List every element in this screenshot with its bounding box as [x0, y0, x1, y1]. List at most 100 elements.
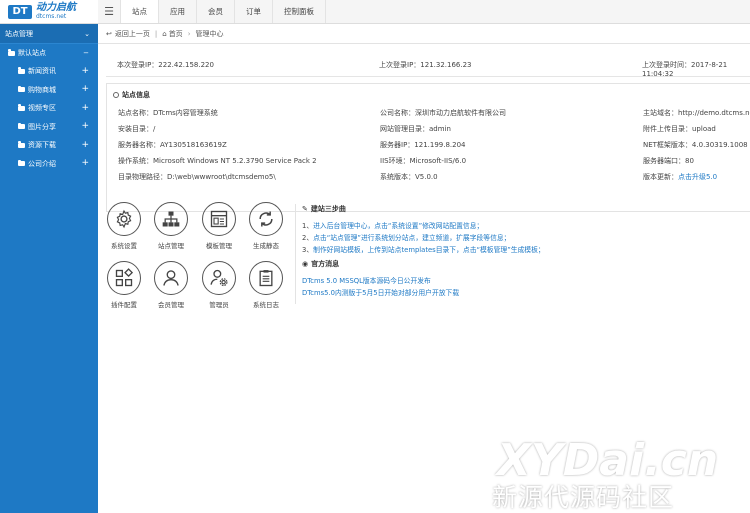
net-version: NET框架版本：4.0.30319.1008	[643, 141, 748, 149]
shortcut-site-management[interactable]: 站点管理	[151, 202, 191, 250]
logo-title-cn: 动力启航	[36, 2, 76, 13]
shortcut-template-management[interactable]: 模板管理	[199, 202, 239, 250]
folder-icon	[18, 159, 25, 167]
server-port: 服务器端口：80	[643, 157, 694, 165]
breadcrumb-current: 管理中心	[195, 29, 224, 38]
sidebar: 站点管理 ⌄ 默认站点 − 新闻资讯 + 购物商城 + 视频专区 + 图片分享 …	[0, 24, 98, 513]
plus-icon[interactable]: +	[81, 122, 89, 131]
shortcut-label: 系统设置	[111, 242, 137, 250]
folder-icon	[8, 49, 15, 56]
plus-icon[interactable]: +	[81, 159, 89, 168]
breadcrumb-separator: |	[154, 29, 158, 38]
plus-icon[interactable]: +	[81, 85, 89, 94]
watermark-subtext: 新源代源码社区	[492, 483, 675, 512]
physical-path: 目录物理路径：D:\web\wwwroot\dtcmsdemo5\	[118, 173, 276, 181]
sidebar-item-download[interactable]: 资源下载 +	[0, 136, 98, 155]
tab-site[interactable]: 站点	[120, 0, 158, 23]
iis-environment: IIS环境：Microsoft-IIS/6.0	[380, 157, 467, 165]
sidebar-item-label: 新闻资讯	[28, 67, 56, 76]
news-title-text: 官方消息	[311, 260, 340, 268]
admin-dir: 网站管理目录：admin	[380, 125, 451, 133]
sidebar-header-label: 站点管理	[5, 29, 33, 38]
version-update: 版本更新：点击升级5.0	[643, 172, 717, 182]
install-dir: 安装目录：/	[118, 125, 156, 133]
sidebar-header[interactable]: 站点管理 ⌄	[0, 24, 98, 44]
sidebar-item-photo[interactable]: 图片分享 +	[0, 118, 98, 137]
admin-gear-icon	[210, 269, 228, 287]
shortcut-label: 生成静态	[253, 242, 279, 250]
plus-icon[interactable]: +	[81, 140, 89, 150]
operating-system: 操作系统：Microsoft Windows NT 5.2.3790 Servi…	[118, 157, 317, 165]
step-number: 3、	[302, 246, 314, 254]
sidebar-item-news[interactable]: 新闻资讯 +	[0, 62, 98, 81]
site-info-title-text: 站点信息	[122, 91, 150, 99]
steps-title-text: 建站三步曲	[310, 205, 346, 213]
logo-badge: DT	[8, 4, 32, 19]
shortcut-member-management[interactable]: 会员管理	[151, 261, 191, 309]
steps-title: ✎ 建站三步曲	[302, 204, 750, 214]
upgrade-link[interactable]: 点击升级5.0	[678, 173, 717, 181]
sitemap-icon	[162, 211, 180, 227]
home-link[interactable]: 首页	[169, 29, 183, 39]
info-icon	[113, 92, 119, 98]
logo: DT 动力启航 dtcms.net	[0, 0, 98, 24]
server-ip: 服务器IP：121.199.8.204	[380, 141, 466, 149]
folder-icon	[18, 67, 25, 74]
template-icon	[210, 210, 228, 228]
plus-icon[interactable]: +	[81, 103, 89, 113]
site-name: 站点名称：DTcms内容管理系统	[118, 109, 218, 117]
tab-members[interactable]: 会员	[196, 0, 234, 23]
folder-icon	[18, 141, 25, 148]
upload-dir: 附件上传目录：upload	[643, 125, 716, 133]
sidebar-item-video[interactable]: 视频专区 +	[0, 99, 98, 118]
plugin-icon	[115, 268, 134, 287]
shortcut-plugin-config[interactable]: 插件配置	[104, 261, 144, 309]
divider	[106, 76, 750, 77]
step-text: 制作好网站模板，上传到站点templates目录下，点击“模板管理”生成模板；	[313, 246, 545, 254]
sidebar-item-shop[interactable]: 购物商城 +	[0, 81, 98, 100]
home-icon[interactable]: ⌂	[162, 30, 166, 38]
sidebar-site-default[interactable]: 默认站点 −	[0, 44, 98, 62]
last-login-ip: 上次登录IP：121.32.166.23	[379, 61, 472, 69]
server-name: 服务器名称：AY130518163619Z	[118, 141, 227, 149]
step-line: 2、点击“站点管理”进行系统划分站点，建立频道，扩展字段等信息；	[302, 232, 750, 244]
sidebar-item-about[interactable]: 公司介绍 +	[0, 155, 98, 174]
shortcut-label: 插件配置	[111, 301, 137, 309]
breadcrumb: ↩ 返回上一页 | ⌂ 首页 › 管理中心	[98, 24, 750, 44]
news-link[interactable]: DTcms5.0内测版于5月5日开始对部分用户开放下载	[302, 287, 750, 299]
logo-text: 动力启航 dtcms.net	[36, 2, 76, 21]
refresh-icon	[259, 211, 273, 227]
sidebar-subheader-label: 默认站点	[18, 49, 46, 57]
chevron-down-icon: ⌄	[84, 29, 90, 38]
shortcut-label: 系统日志	[253, 301, 279, 309]
system-version: 系统版本：V5.0.0	[380, 173, 438, 181]
back-arrow-icon[interactable]: ↩	[106, 30, 112, 38]
step-number: 2、	[302, 234, 314, 242]
back-link[interactable]: 返回上一页	[115, 29, 150, 39]
shortcut-label: 管理员	[209, 301, 229, 309]
shortcut-generate-static[interactable]: 生成静态	[246, 202, 286, 250]
shortcut-administrator[interactable]: 管理员	[199, 261, 239, 309]
sidebar-item-label: 视频专区	[28, 104, 56, 113]
hamburger-menu-icon[interactable]: ☰	[98, 0, 120, 23]
shortcut-system-log[interactable]: 系统日志	[246, 261, 286, 309]
tab-apps[interactable]: 应用	[158, 0, 196, 23]
tab-control-panel[interactable]: 控制面板	[272, 0, 326, 23]
news-title: ◉ 官方消息	[302, 259, 750, 269]
minus-icon[interactable]: −	[83, 49, 89, 57]
clipboard-icon	[259, 270, 273, 287]
tab-orders[interactable]: 订单	[234, 0, 272, 23]
site-info-box: 站点信息 站点名称：DTcms内容管理系统 公司名称：深圳市动力启航软件有限公司…	[106, 83, 750, 212]
gear-icon	[116, 209, 132, 229]
main-domain: 主站域名：http://demo.dtcms.net	[643, 109, 750, 117]
step-line: 1、进入后台管理中心，点击“系统设置”修改网站配置信息；	[302, 220, 750, 232]
login-info: 本次登录IP：222.42.158.220 上次登录IP：121.32.166.…	[98, 60, 750, 78]
this-login-ip: 本次登录IP：222.42.158.220	[117, 61, 214, 69]
plus-icon[interactable]: +	[81, 66, 89, 76]
sidebar-item-label: 公司介绍	[28, 159, 56, 168]
folder-icon	[18, 104, 25, 111]
shortcut-system-settings[interactable]: 系统设置	[104, 202, 144, 250]
sidebar-item-label: 图片分享	[28, 122, 56, 131]
news-link[interactable]: DTcms 5.0 MSSQL版本源码今日公开发布	[302, 275, 750, 287]
company-name: 公司名称：深圳市动力启航软件有限公司	[380, 109, 506, 117]
